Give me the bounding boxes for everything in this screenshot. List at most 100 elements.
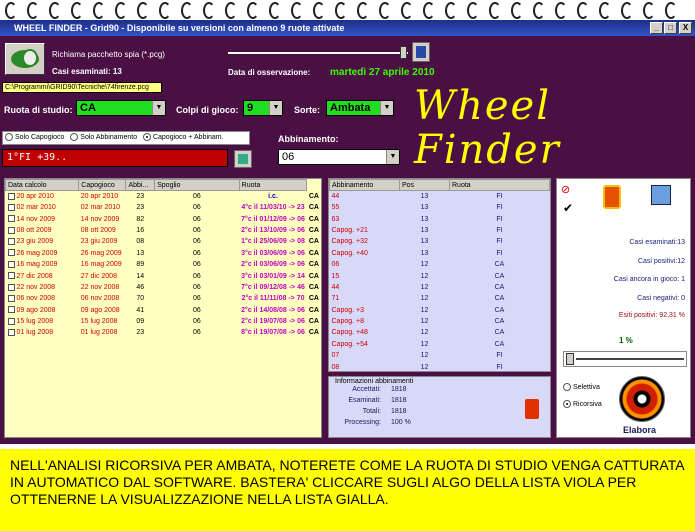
load-spia-button[interactable] xyxy=(5,43,45,75)
table-cell: CA xyxy=(308,204,319,212)
table-row[interactable]: 02 mar 2010 02 mar 2010 23 06 4°c il 11/03/1… xyxy=(6,202,322,213)
table-row[interactable]: Capog. +48 12 CA xyxy=(330,327,550,338)
table-cell: 23 giu 2009 xyxy=(80,238,118,246)
chevron-down-icon: ▼ xyxy=(386,150,399,164)
row-checkbox[interactable] xyxy=(7,260,15,268)
close-button[interactable]: X xyxy=(679,22,692,34)
table-row[interactable]: 07 12 FI xyxy=(330,350,550,361)
radio-ricorsiva[interactable]: Ricorsiva xyxy=(563,400,602,408)
spiral-ring xyxy=(621,2,633,19)
date-text: 06 nov 2008 xyxy=(16,295,56,303)
col-header[interactable]: Abbinamento xyxy=(329,179,400,191)
table-row[interactable]: 44 12 CA xyxy=(330,282,550,293)
table-row[interactable]: 15 lug 2008 15 lug 2008 09 06 2°c il 19/07/0… xyxy=(6,316,322,327)
progress-slider[interactable] xyxy=(563,351,687,367)
col-header[interactable]: Abbi... xyxy=(125,179,156,191)
date-slider[interactable] xyxy=(228,46,408,59)
sorte-combo[interactable]: Ambata ▼ xyxy=(326,100,394,116)
row-checkbox[interactable] xyxy=(7,215,15,223)
table-row[interactable]: Capog. +40 13 FI xyxy=(330,248,550,259)
formula-field[interactable]: 1°FI +39.. xyxy=(2,149,228,167)
table-cell: 06 xyxy=(192,215,201,223)
table-cell: CA xyxy=(494,329,505,337)
table-row[interactable]: 63 13 FI xyxy=(330,213,550,224)
table-row[interactable]: 08 12 FI xyxy=(330,361,550,372)
col-header[interactable]: Ruota xyxy=(449,179,550,191)
row-checkbox[interactable] xyxy=(7,306,15,314)
table-row[interactable]: 27 dic 2008 27 dic 2008 14 06 3°c il 03/01/0… xyxy=(6,270,322,281)
table-cell: 7°c il 01/12/09 -> 06 xyxy=(241,215,305,223)
col-header[interactable]: Pos xyxy=(399,179,450,191)
table-row[interactable]: 15 12 CA xyxy=(330,270,550,281)
row-checkbox[interactable] xyxy=(7,272,15,280)
table-row[interactable]: 14 nov 2009 14 nov 2009 82 06 7°c il 01/12/0… xyxy=(6,213,322,224)
minimize-button[interactable]: _ xyxy=(650,22,663,34)
radio-selettiva[interactable]: Selettiva xyxy=(563,383,600,391)
mode-capogioco-abbinam[interactable]: Capogioco + Abbinam. xyxy=(142,133,224,142)
spiral-ring xyxy=(533,2,545,19)
row-checkbox[interactable] xyxy=(7,329,15,337)
table-cell: 12 xyxy=(420,318,429,326)
table-row[interactable]: Capog. +21 13 FI xyxy=(330,225,550,236)
table-row[interactable]: 09 ago 2008 09 ago 2008 41 06 2°c il 14/08/0… xyxy=(6,305,322,316)
table-cell: CA xyxy=(494,272,505,280)
info-label: Totali: xyxy=(362,408,381,415)
spiral-ring xyxy=(489,2,501,19)
table-row[interactable]: 44 13 FI xyxy=(330,191,550,203)
table-row[interactable]: 06 12 CA xyxy=(330,259,550,270)
table-row[interactable]: Capog. +32 13 FI xyxy=(330,236,550,247)
yellow-list[interactable]: Data calcolo Capogioco Abbi... Spoglio R… xyxy=(4,178,322,438)
row-checkbox[interactable] xyxy=(7,226,15,234)
col-header[interactable]: Data calcolo xyxy=(4,179,80,191)
stat-esaminati: Casi esaminati:13 xyxy=(629,239,685,246)
table-row[interactable]: Capog. +3 12 CA xyxy=(330,305,550,316)
table-cell: 12 xyxy=(420,363,429,371)
disk-icon[interactable] xyxy=(412,42,430,62)
maximize-button[interactable]: □ xyxy=(664,22,677,34)
colpi-combo[interactable]: 9 ▼ xyxy=(243,100,283,116)
row-checkbox[interactable] xyxy=(7,249,15,257)
table-row[interactable]: 01 lug 2008 01 lug 2008 23 06 8°c il 19/07/0… xyxy=(6,327,322,338)
col-header[interactable]: Capogioco xyxy=(78,179,127,191)
row-checkbox[interactable] xyxy=(7,238,15,246)
row-checkbox[interactable] xyxy=(7,317,15,325)
table-row[interactable]: Capog. +54 12 CA xyxy=(330,339,550,350)
spiral-ring xyxy=(181,2,193,19)
mode-abbinamento[interactable]: Solo Abbinamento xyxy=(70,133,137,142)
table-row[interactable]: 23 giu 2009 23 giu 2009 08 06 1°c il 25/06/0… xyxy=(6,236,322,247)
abbinamento-combo[interactable]: 06 ▼ xyxy=(278,149,400,165)
table-cell: 13 xyxy=(420,204,429,212)
row-checkbox[interactable] xyxy=(7,203,15,211)
info-row: Totali: 1818 xyxy=(329,408,550,419)
table-cell: FI xyxy=(496,193,503,200)
table-row[interactable]: 16 mag 2009 16 mag 2009 89 06 2°c il 03/06/0… xyxy=(6,259,322,270)
mode-capogioco[interactable]: Solo Capogioco xyxy=(5,133,64,142)
table-row[interactable]: 20 apr 2010 20 apr 2010 23 06 i.c. CA xyxy=(6,191,322,203)
table-cell: 89 xyxy=(136,261,145,269)
col-header[interactable]: Spoglio xyxy=(154,179,240,191)
date-text: 01 lug 2008 xyxy=(16,329,54,337)
table-row[interactable]: 71 12 CA xyxy=(330,293,550,304)
row-checkbox[interactable] xyxy=(7,294,15,302)
table-row[interactable]: 08 ott 2009 08 ott 2009 16 06 2°c il 13/10/0… xyxy=(6,225,322,236)
table-cell: 12 xyxy=(420,283,429,291)
table-row[interactable]: 55 13 FI xyxy=(330,202,550,213)
info-label: Processing: xyxy=(344,419,381,426)
table-row[interactable]: 22 nov 2008 22 nov 2008 46 06 7°c il 09/12/0… xyxy=(6,282,322,293)
table-row[interactable]: Capog. +8 12 CA xyxy=(330,316,550,327)
col-header[interactable]: Ruota xyxy=(238,179,308,191)
save-icon[interactable] xyxy=(651,185,671,205)
table-cell: CA xyxy=(494,283,505,291)
table-row[interactable]: 26 mag 2009 26 mag 2009 13 06 3°c il 03/06/0… xyxy=(6,248,322,259)
stop-icon[interactable]: ⊘ xyxy=(561,183,570,196)
bucket-icon[interactable] xyxy=(603,185,621,209)
check-icon[interactable]: ✔ xyxy=(563,201,573,215)
calculator-icon[interactable] xyxy=(234,150,252,168)
date-text: 08 ott 2009 xyxy=(16,226,52,234)
elabora-button[interactable] xyxy=(619,376,665,422)
ruota-combo[interactable]: CA ▼ xyxy=(76,100,166,116)
row-checkbox[interactable] xyxy=(7,283,15,291)
table-row[interactable]: 06 nov 2008 06 nov 2008 70 06 2°c il 11/11/0… xyxy=(6,293,322,304)
row-checkbox[interactable] xyxy=(7,192,15,200)
purple-list[interactable]: Abbinamento Pos Ruota 44 13 FI 55 13 FI 63 13 FI… xyxy=(328,178,551,382)
